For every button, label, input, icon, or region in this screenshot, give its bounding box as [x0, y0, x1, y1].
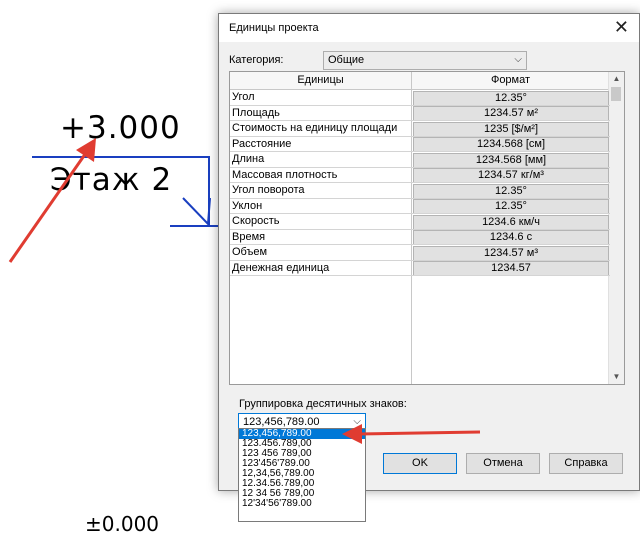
annotation-arrowhead-left	[76, 138, 96, 162]
annotation-arrows	[8, 138, 481, 444]
annotation-arrowhead-right	[342, 424, 362, 444]
annotation-arrow-left	[8, 149, 90, 263]
annotation-arrow-right	[357, 430, 481, 436]
